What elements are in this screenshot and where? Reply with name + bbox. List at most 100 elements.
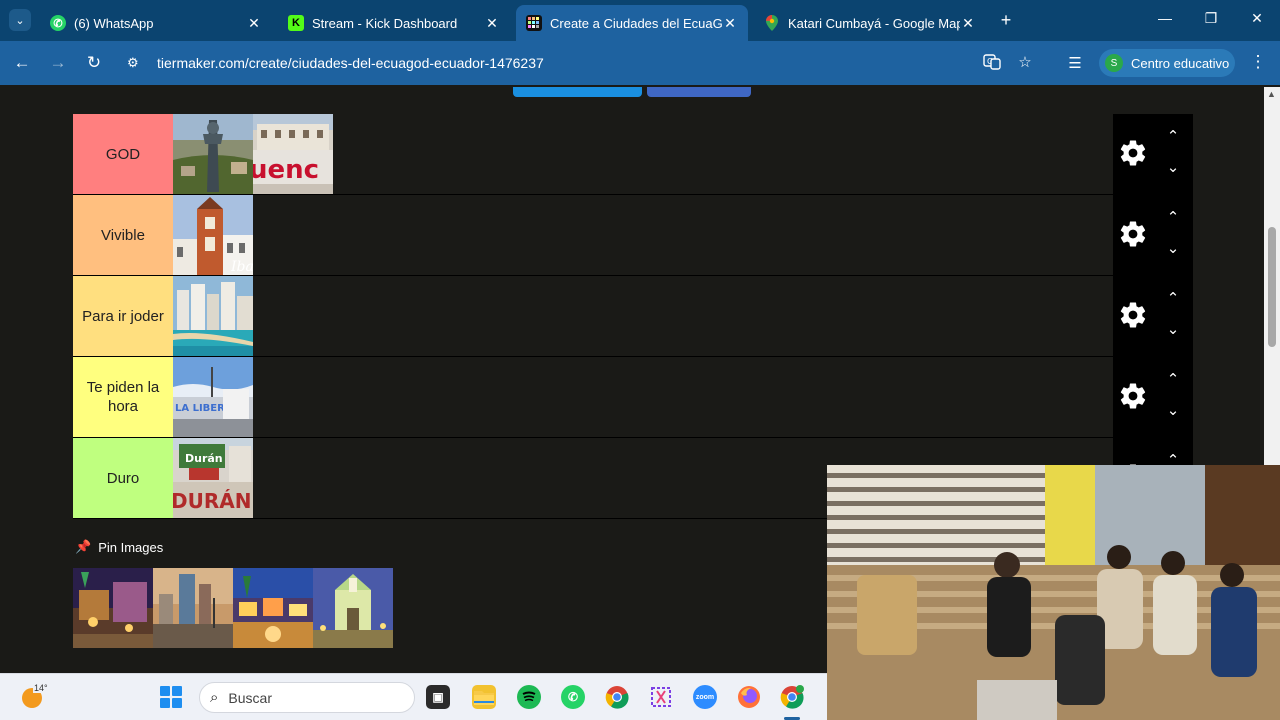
- reload-icon[interactable]: ↻: [83, 52, 105, 74]
- chevron-up-icon[interactable]: ⌃: [1163, 208, 1183, 226]
- kick-icon: K: [288, 15, 304, 31]
- city-image-thumbnail[interactable]: [173, 276, 253, 356]
- tier-label[interactable]: Te piden la hora: [73, 357, 173, 437]
- svg-text:DURÁN: DURÁN: [173, 489, 251, 513]
- close-tab-icon[interactable]: ✕: [960, 15, 976, 32]
- temperature: 14°: [33, 683, 49, 693]
- tier-row: GOD uenc ⌃ ⌄: [73, 114, 1193, 195]
- tier-items[interactable]: Iba: [173, 195, 1113, 275]
- tab-tiermaker[interactable]: Create a Ciudades del EcuaGOD ✕: [516, 5, 748, 41]
- bookmark-star-icon[interactable]: ☆: [1015, 53, 1035, 71]
- tier-controls: ⌃ ⌄: [1113, 195, 1193, 275]
- scroll-up-arrow-icon[interactable]: ▲: [1267, 89, 1276, 99]
- forward-arrow-icon[interactable]: →: [47, 52, 69, 74]
- tier-controls: ⌃ ⌄: [1113, 357, 1193, 437]
- tier-list: GOD uenc ⌃ ⌄ Vivible Iba ⌃ ⌄ Para ir jod…: [73, 114, 1193, 519]
- webcam-video: [827, 465, 1280, 720]
- gear-icon[interactable]: [1118, 138, 1148, 168]
- address-bar[interactable]: ⚙ tiermaker.com/create/ciudades-del-ecua…: [117, 48, 1047, 78]
- spotify-icon[interactable]: [517, 685, 541, 709]
- url-text[interactable]: tiermaker.com/create/ciudades-del-ecuago…: [157, 55, 544, 71]
- restore-icon[interactable]: ❐: [1201, 10, 1221, 27]
- chevron-down-icon[interactable]: ⌄: [1163, 401, 1183, 419]
- whatsapp-icon[interactable]: ✆: [561, 685, 585, 709]
- chevron-up-icon[interactable]: ⌃: [1163, 289, 1183, 307]
- tab-whatsapp[interactable]: ✆ (6) WhatsApp ✕: [40, 5, 272, 41]
- site-info-icon[interactable]: ⚙: [127, 55, 149, 71]
- gear-icon[interactable]: [1118, 381, 1148, 411]
- city-image-thumbnail[interactable]: LA LIBERTAD: [173, 357, 253, 437]
- tier-label[interactable]: Vivible: [73, 195, 173, 275]
- tier-controls: ⌃ ⌄: [1113, 114, 1193, 194]
- tier-items[interactable]: uenc: [173, 114, 1113, 194]
- chrome-profile-icon[interactable]: [780, 685, 804, 709]
- tier-label[interactable]: Duro: [73, 438, 173, 518]
- new-tab-button[interactable]: +: [996, 10, 1016, 30]
- chrome-icon[interactable]: [605, 685, 629, 709]
- task-view-icon[interactable]: ▣: [426, 685, 450, 709]
- profile-button[interactable]: S Centro educativo: [1099, 49, 1235, 77]
- tier-items[interactable]: [173, 276, 1113, 356]
- chevron-up-icon[interactable]: ⌃: [1163, 370, 1183, 388]
- gear-icon[interactable]: [1118, 219, 1148, 249]
- scrollbar-thumb[interactable]: [1268, 227, 1276, 347]
- tier-row: Vivible Iba ⌃ ⌄: [73, 195, 1193, 276]
- profile-avatar: S: [1105, 54, 1123, 72]
- pushpin-icon: 📌: [75, 539, 92, 554]
- snipping-tool-icon[interactable]: [649, 685, 673, 709]
- city-image-thumbnail[interactable]: uenc: [253, 114, 333, 194]
- back-arrow-icon[interactable]: ←: [11, 52, 33, 74]
- chevron-down-icon[interactable]: ⌄: [1163, 158, 1183, 176]
- pin-images-tray: [73, 568, 393, 648]
- save-download-button[interactable]: [513, 87, 642, 97]
- file-explorer-icon[interactable]: [472, 685, 496, 709]
- tier-label[interactable]: GOD: [73, 114, 173, 194]
- zoom-icon[interactable]: zoom: [693, 685, 717, 709]
- webcam-overlay: [827, 465, 1280, 720]
- tab-title: Katari Cumbayá - Google Maps: [788, 15, 960, 31]
- tier-items[interactable]: LA LIBERTAD: [173, 357, 1113, 437]
- pin-image-thumbnail[interactable]: [153, 568, 233, 648]
- pin-images-heading: 📌 Pin Images: [75, 539, 163, 555]
- minimize-icon[interactable]: —: [1155, 10, 1175, 26]
- chevron-down-icon[interactable]: ⌄: [1163, 239, 1183, 257]
- pin-image-thumbnail[interactable]: [73, 568, 153, 648]
- weather-widget[interactable]: 14°: [22, 682, 49, 708]
- city-image-thumbnail[interactable]: Durán DURÁN: [173, 438, 253, 518]
- taskbar-search-box[interactable]: ⌕ Buscar: [199, 682, 415, 713]
- browser-menu-icon[interactable]: ⋮: [1248, 52, 1268, 72]
- close-tab-icon[interactable]: ✕: [722, 15, 738, 32]
- firefox-icon[interactable]: [737, 685, 761, 709]
- tiermaker-icon: [526, 15, 542, 31]
- pin-image-thumbnail[interactable]: [313, 568, 393, 648]
- close-window-icon[interactable]: ✕: [1247, 10, 1267, 27]
- tier-controls: ⌃ ⌄: [1113, 276, 1193, 356]
- gear-icon[interactable]: [1118, 300, 1148, 330]
- translate-icon[interactable]: G: [982, 53, 1002, 75]
- browser-tab-bar: ⌄ ✆ (6) WhatsApp ✕ K Stream - Kick Dashb…: [0, 0, 1280, 41]
- windows-start-icon[interactable]: [160, 686, 182, 708]
- tab-title: Create a Ciudades del EcuaGOD: [550, 15, 722, 31]
- windows-taskbar: 14° ⌕ Buscar ▣ ✆ zoom: [0, 673, 827, 720]
- chevron-down-icon[interactable]: ⌄: [1163, 320, 1183, 338]
- pin-image-thumbnail[interactable]: [233, 568, 313, 648]
- tab-kick[interactable]: K Stream - Kick Dashboard ✕: [278, 5, 510, 41]
- close-tab-icon[interactable]: ✕: [484, 15, 500, 32]
- close-tab-icon[interactable]: ✕: [246, 15, 262, 32]
- chevron-up-icon[interactable]: ⌃: [1163, 127, 1183, 145]
- tier-label[interactable]: Para ir joder: [73, 276, 173, 356]
- whatsapp-icon: ✆: [50, 15, 66, 31]
- pin-images-title: Pin Images: [98, 539, 164, 555]
- tab-title: Stream - Kick Dashboard: [312, 15, 458, 31]
- city-image-thumbnail[interactable]: [173, 114, 253, 194]
- tab-search-button[interactable]: ⌄: [9, 9, 31, 31]
- profile-label: Centro educativo: [1131, 55, 1230, 71]
- media-queue-icon[interactable]: ☰: [1064, 52, 1086, 74]
- tab-google-maps[interactable]: Katari Cumbayá - Google Maps ✕: [754, 5, 986, 41]
- tab-title: (6) WhatsApp: [74, 15, 154, 31]
- google-maps-icon: [764, 15, 780, 31]
- share-button[interactable]: [647, 87, 751, 97]
- svg-text:Iba: Iba: [230, 259, 253, 275]
- city-image-thumbnail[interactable]: Iba: [173, 195, 253, 275]
- browser-toolbar: ← → ↻ ⚙ tiermaker.com/create/ciudades-de…: [0, 41, 1280, 85]
